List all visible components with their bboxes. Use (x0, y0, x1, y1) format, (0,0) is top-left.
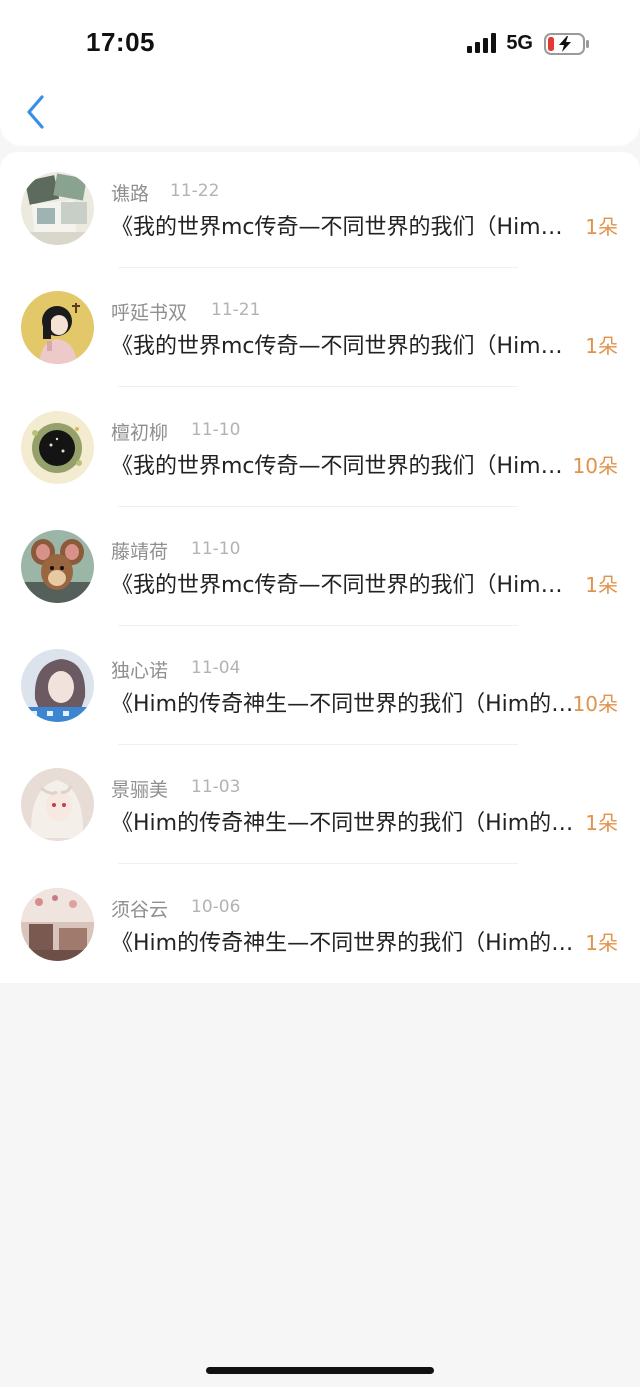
status-indicators: 5G (467, 30, 589, 56)
signal-icon (467, 33, 497, 53)
list-item[interactable]: 檀初柳 11-10 《我的世界mc传奇—不同世界的我们（Him的传奇神生）》 1… (0, 391, 640, 510)
sender-name: 檀初柳 (111, 421, 169, 444)
battery-charging-icon (544, 33, 589, 55)
gift-date: 11-10 (191, 419, 241, 440)
nav-header: 17:05 5G (0, 0, 640, 146)
divider (118, 267, 518, 268)
back-button[interactable] (18, 92, 52, 132)
book-title: 《Him的传奇神生—不同世界的我们（Him的传奇神生）》 (111, 692, 578, 718)
divider (118, 505, 518, 507)
divider (118, 624, 518, 626)
avatar[interactable] (21, 172, 94, 245)
gift-list: 谯路 11-22 《我的世界mc传奇—不同世界的我们（Him的传奇神生）》 1朵… (0, 152, 640, 983)
avatar[interactable] (21, 410, 94, 484)
avatar[interactable] (21, 768, 94, 842)
flower-count: 1朵 (585, 930, 618, 955)
list-item[interactable]: 须谷云 10-06 《Him的传奇神生—不同世界的我们（Him的传奇神生）》 1… (0, 868, 640, 987)
book-title: 《我的世界mc传奇—不同世界的我们（Him的传奇神生）》 (111, 572, 578, 598)
gift-date: 11-04 (191, 658, 241, 679)
list-item[interactable]: 谯路 11-22 《我的世界mc传奇—不同世界的我们（Him的传奇神生）》 1朵 (0, 152, 640, 271)
book-title: 《Him的传奇神生—不同世界的我们（Him的传奇神生）》 (111, 930, 578, 956)
avatar[interactable] (21, 291, 94, 365)
flower-count: 10朵 (572, 692, 618, 717)
gift-date: 11-03 (191, 777, 241, 798)
divider (118, 863, 518, 865)
home-indicator[interactable] (206, 1367, 434, 1374)
flower-count: 1朵 (585, 334, 618, 359)
network-label: 5G (506, 31, 533, 54)
list-item[interactable]: 景骊美 11-03 《Him的传奇神生—不同世界的我们（Him的传奇神生）》 1… (0, 748, 640, 867)
sender-name: 景骊美 (111, 779, 169, 802)
flower-count: 1朵 (585, 572, 618, 597)
gift-date: 10-06 (191, 896, 241, 917)
book-title: 《我的世界mc传奇—不同世界的我们（Him的传奇神生）》 (111, 215, 578, 240)
avatar[interactable] (21, 887, 94, 961)
chevron-left-icon (27, 95, 44, 129)
divider (118, 386, 518, 388)
sender-name: 呼延书双 (111, 302, 188, 325)
gift-date: 11-22 (170, 181, 220, 201)
flower-count: 1朵 (585, 811, 618, 836)
avatar[interactable] (21, 649, 94, 723)
book-title: 《我的世界mc传奇—不同世界的我们（Him的传奇神生）》 (111, 453, 578, 479)
sender-name: 须谷云 (111, 898, 169, 921)
flower-count: 10朵 (572, 453, 618, 478)
sender-name: 谯路 (111, 183, 150, 205)
gift-date: 11-21 (211, 300, 261, 321)
list-item[interactable]: 呼延书双 11-21 《我的世界mc传奇—不同世界的我们（Him的传奇神生）》 … (0, 271, 640, 390)
sender-name: 藤靖荷 (111, 540, 169, 563)
avatar[interactable] (21, 529, 94, 603)
sender-name: 独心诺 (111, 660, 169, 683)
divider (118, 744, 518, 746)
status-time: 17:05 (86, 27, 155, 57)
flower-count: 1朵 (585, 215, 618, 239)
book-title: 《Him的传奇神生—不同世界的我们（Him的传奇神生）》 (111, 811, 578, 837)
book-title: 《我的世界mc传奇—不同世界的我们（Him的传奇神生）》 (111, 334, 578, 360)
list-item[interactable]: 独心诺 11-04 《Him的传奇神生—不同世界的我们（Him的传奇神生）》 1… (0, 629, 640, 748)
gift-date: 11-10 (191, 538, 241, 559)
list-item[interactable]: 藤靖荷 11-10 《我的世界mc传奇—不同世界的我们（Him的传奇神生）》 1… (0, 510, 640, 629)
